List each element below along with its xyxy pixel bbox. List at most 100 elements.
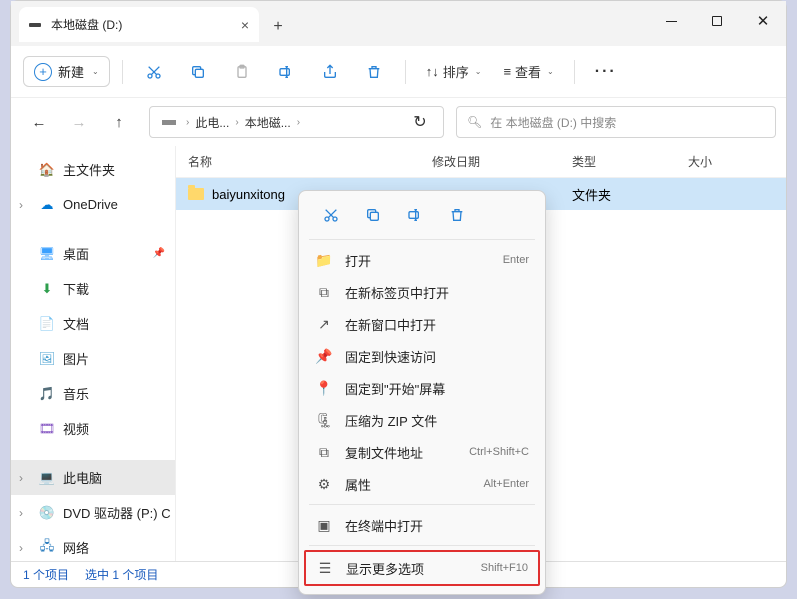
chevron-right-icon: ›	[231, 117, 242, 128]
ctx-show-more[interactable]: ☰显示更多选项Shift+F10	[306, 552, 538, 584]
pc-icon: 💻	[39, 470, 55, 486]
sidebar-desktop[interactable]: 🖥桌面📌	[11, 236, 175, 271]
file-type: 文件夹	[572, 185, 688, 204]
sidebar-videos[interactable]: 🎞视频	[11, 411, 175, 446]
chevron-down-icon: ⌄	[475, 67, 482, 76]
sidebar-home[interactable]: 🏠主文件夹	[11, 152, 175, 187]
view-icon: ≡	[503, 64, 511, 79]
context-toolbar	[305, 197, 539, 235]
status-count: 1 个项目	[23, 566, 69, 583]
ctx-zip[interactable]: 🗜压缩为 ZIP 文件	[305, 404, 539, 436]
music-icon: 🎵	[39, 386, 55, 402]
sidebar-network[interactable]: 🖧网络	[11, 530, 175, 561]
search-box[interactable]: 🔍︎ 在 本地磁盘 (D:) 中搜索	[456, 106, 776, 138]
address-bar[interactable]: › 此电... › 本地磁... › ↻	[149, 106, 444, 138]
pictures-icon: 🖼	[39, 351, 55, 367]
ctx-open[interactable]: 📁打开Enter	[305, 244, 539, 276]
chevron-right-icon: ›	[182, 117, 193, 128]
tab-title: 本地磁盘 (D:)	[51, 16, 241, 33]
copypath-icon: ⧉	[315, 444, 333, 461]
breadcrumb-pc[interactable]: 此电...	[193, 114, 231, 131]
pin-icon: 📌	[315, 348, 333, 365]
tab-current[interactable]: 本地磁盘 (D:) ×	[19, 7, 259, 42]
chevron-down-icon: ⌄	[92, 67, 99, 76]
col-size[interactable]: 大小	[688, 153, 786, 170]
chevron-down-icon: ⌄	[547, 67, 554, 76]
ctx-terminal[interactable]: ▣在终端中打开	[305, 509, 539, 541]
sidebar-pictures[interactable]: 🖼图片	[11, 341, 175, 376]
delete-button[interactable]	[355, 55, 393, 89]
plus-circle-icon: +	[34, 63, 52, 81]
up-button[interactable]: ↑	[101, 106, 137, 138]
maximize-button[interactable]	[694, 5, 740, 37]
minimize-button[interactable]	[648, 5, 694, 37]
col-modified[interactable]: 修改日期	[432, 153, 572, 170]
ctx-copy-button[interactable]	[353, 199, 393, 231]
col-type[interactable]: 类型	[572, 153, 688, 170]
close-button[interactable]: ✕	[740, 5, 786, 37]
rename-button[interactable]	[267, 55, 305, 89]
col-name[interactable]: 名称	[188, 153, 432, 170]
pin-icon: 📌	[153, 248, 165, 259]
status-selected: 选中 1 个项目	[85, 566, 158, 583]
more-button[interactable]: ···	[587, 55, 625, 89]
forward-button[interactable]: →	[61, 106, 97, 138]
chevron-right-icon: ›	[293, 117, 304, 128]
sidebar-documents[interactable]: 📄文档	[11, 306, 175, 341]
close-tab-icon[interactable]: ×	[241, 17, 249, 33]
sidebar-music[interactable]: 🎵音乐	[11, 376, 175, 411]
search-icon: 🔍︎	[467, 115, 482, 129]
ctx-open-newwin[interactable]: ↗在新窗口中打开	[305, 308, 539, 340]
cut-button[interactable]	[135, 55, 173, 89]
add-tab-button[interactable]: +	[259, 9, 297, 44]
drive-icon	[162, 120, 176, 125]
network-icon: 🖧	[39, 540, 55, 556]
ctx-cut-button[interactable]	[311, 199, 351, 231]
paste-button[interactable]	[223, 55, 261, 89]
download-icon: ⬇	[39, 281, 55, 297]
drive-icon	[29, 23, 41, 27]
folder-icon: 📁	[315, 252, 333, 269]
refresh-button[interactable]: ↻	[403, 112, 437, 132]
cloud-icon: ☁	[39, 197, 55, 213]
newwindow-icon: ↗	[315, 316, 333, 333]
titlebar: 本地磁盘 (D:) × + ✕	[11, 1, 786, 46]
window-controls: ✕	[648, 5, 786, 37]
properties-icon: ⚙	[315, 476, 333, 493]
ctx-delete-button[interactable]	[437, 199, 477, 231]
ctx-properties[interactable]: ⚙属性Alt+Enter	[305, 468, 539, 500]
sort-button[interactable]: ↑↓ 排序 ⌄	[418, 62, 490, 81]
view-label: 查看	[515, 62, 541, 81]
sidebar-downloads[interactable]: ⬇下载	[11, 271, 175, 306]
back-button[interactable]: ←	[21, 106, 57, 138]
ctx-pin-quick[interactable]: 📌固定到快速访问	[305, 340, 539, 372]
pin-start-icon: 📍	[315, 380, 333, 397]
copy-button[interactable]	[179, 55, 217, 89]
home-icon: 🏠	[39, 162, 55, 178]
ctx-open-newtab[interactable]: ⧉在新标签页中打开	[305, 276, 539, 308]
ctx-highlight: ☰显示更多选项Shift+F10	[304, 550, 540, 586]
share-button[interactable]	[311, 55, 349, 89]
newtab-icon: ⧉	[315, 284, 333, 301]
breadcrumb-drive[interactable]: 本地磁...	[243, 114, 293, 131]
new-label: 新建	[58, 62, 84, 81]
search-placeholder: 在 本地磁盘 (D:) 中搜索	[490, 114, 616, 131]
ctx-copypath[interactable]: ⧉复制文件地址Ctrl+Shift+C	[305, 436, 539, 468]
video-icon: 🎞	[39, 421, 55, 437]
ctx-rename-button[interactable]	[395, 199, 435, 231]
view-button[interactable]: ≡ 查看 ⌄	[495, 62, 561, 81]
sidebar-dvd[interactable]: 💿DVD 驱动器 (P:) C	[11, 495, 175, 530]
sidebar-onedrive[interactable]: ☁OneDrive	[11, 187, 175, 222]
document-icon: 📄	[39, 316, 55, 332]
address-bar-row: ← → ↑ › 此电... › 本地磁... › ↻ 🔍︎ 在 本地磁盘 (D:…	[11, 98, 786, 146]
sidebar-thispc[interactable]: 💻此电脑	[11, 460, 175, 495]
more-icon: ☰	[316, 560, 334, 577]
toolbar: + 新建 ⌄ ↑↓ 排序 ⌄ ≡ 查看 ⌄ ···	[11, 46, 786, 98]
context-menu: 📁打开Enter ⧉在新标签页中打开 ↗在新窗口中打开 📌固定到快速访问 📍固定…	[298, 190, 546, 595]
ctx-pin-start[interactable]: 📍固定到"开始"屏幕	[305, 372, 539, 404]
sort-icon: ↑↓	[426, 64, 439, 79]
new-button[interactable]: + 新建 ⌄	[23, 56, 110, 87]
sidebar: 🏠主文件夹 ☁OneDrive 🖥桌面📌 ⬇下载 📄文档 🖼图片 🎵音乐 🎞视频…	[11, 146, 176, 561]
zip-icon: 🗜	[315, 412, 333, 429]
column-headers: 名称 修改日期 类型 大小	[176, 146, 786, 178]
